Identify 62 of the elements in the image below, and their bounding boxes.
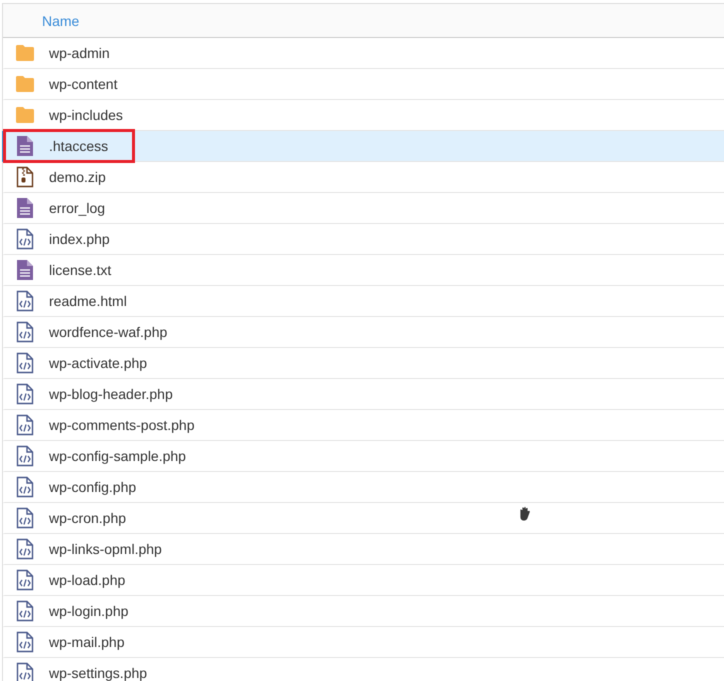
file-name: license.txt [49, 262, 112, 278]
file-name: readme.html [49, 293, 127, 309]
code-file-icon [15, 662, 35, 681]
code-file-icon [15, 352, 35, 374]
file-name: wp-content [49, 76, 118, 92]
file-name: wp-blog-header.php [49, 386, 173, 402]
file-name: wp-admin [49, 45, 110, 61]
file-row[interactable]: wp-activate.php [2, 348, 724, 379]
code-file-icon [15, 476, 35, 498]
folder-icon [15, 44, 35, 62]
file-name: wp-config-sample.php [49, 448, 186, 464]
file-row[interactable]: wp-mail.php [2, 627, 724, 658]
file-name: wp-cron.php [49, 510, 126, 526]
file-row[interactable]: wp-admin [2, 38, 724, 69]
file-row[interactable]: readme.html [2, 286, 724, 317]
file-row[interactable]: wp-load.php [2, 565, 724, 596]
file-row[interactable]: error_log [2, 193, 724, 224]
code-file-icon [15, 321, 35, 343]
file-row[interactable]: wp-login.php [2, 596, 724, 627]
file-name: wp-settings.php [49, 665, 148, 681]
file-name: wp-login.php [49, 603, 128, 619]
code-file-icon [15, 228, 35, 250]
code-file-icon [15, 383, 35, 405]
folder-icon [15, 75, 35, 93]
file-row[interactable]: wp-config-sample.php [2, 441, 724, 472]
code-file-icon [15, 631, 35, 653]
code-file-icon [15, 290, 35, 312]
file-name: wp-load.php [49, 572, 126, 588]
document-icon [15, 259, 35, 281]
file-row[interactable]: index.php [2, 224, 724, 255]
code-file-icon [15, 414, 35, 436]
file-name: .htaccess [49, 138, 108, 154]
code-file-icon [15, 569, 35, 591]
file-row[interactable]: wordfence-waf.php [2, 317, 724, 348]
file-row[interactable]: wp-content [2, 69, 724, 100]
file-row[interactable]: demo.zip [2, 162, 724, 193]
code-file-icon [15, 600, 35, 622]
file-row[interactable]: wp-comments-post.php [2, 410, 724, 441]
file-name: wp-config.php [49, 479, 136, 495]
hand-cursor-icon [517, 506, 533, 522]
file-name: wp-includes [49, 107, 123, 123]
file-name: wp-mail.php [49, 634, 124, 650]
file-row[interactable]: wp-blog-header.php [2, 379, 724, 410]
code-file-icon [15, 538, 35, 560]
code-file-icon [15, 507, 35, 529]
file-name: error_log [49, 200, 106, 216]
file-name: wordfence-waf.php [49, 324, 168, 340]
file-name: index.php [49, 231, 110, 247]
file-name: wp-activate.php [49, 355, 148, 371]
folder-icon [15, 106, 35, 124]
file-row[interactable]: .htaccess [2, 131, 724, 162]
file-name: wp-links-opml.php [49, 541, 162, 557]
file-row[interactable]: license.txt [2, 255, 724, 286]
document-icon [15, 197, 35, 219]
archive-icon [15, 166, 35, 188]
file-name: demo.zip [49, 169, 106, 185]
file-row[interactable]: wp-config.php [2, 472, 724, 503]
file-row[interactable]: wp-settings.php [2, 658, 724, 681]
file-name: wp-comments-post.php [49, 417, 195, 433]
document-icon [15, 135, 35, 157]
file-row[interactable]: wp-links-opml.php [2, 534, 724, 565]
code-file-icon [15, 445, 35, 467]
